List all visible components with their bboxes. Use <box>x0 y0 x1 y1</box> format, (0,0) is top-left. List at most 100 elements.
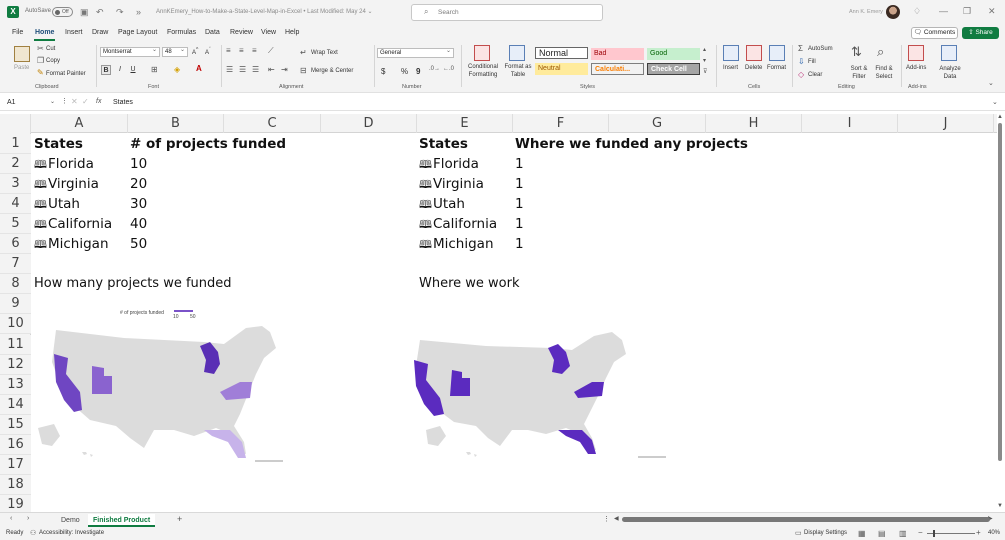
column-header[interactable]: F <box>513 114 609 133</box>
map1-label[interactable]: How many projects we funded <box>34 274 232 294</box>
column-header[interactable]: D <box>321 114 417 133</box>
font-color-icon[interactable]: A <box>196 64 202 73</box>
table1-state-cell[interactable]: 🕮California <box>34 214 112 234</box>
align-right-icon[interactable]: ☰ <box>252 65 259 74</box>
menu-help[interactable]: Help <box>285 29 299 36</box>
number-format-select[interactable]: General <box>377 47 454 58</box>
map2-label[interactable]: Where we work <box>419 274 520 294</box>
autosum-button[interactable]: AutoSum <box>808 46 833 52</box>
scroll-left-icon[interactable]: ◀ <box>614 515 619 522</box>
table1-value-cell[interactable]: 40 <box>130 214 147 234</box>
menu-home[interactable]: Home <box>35 29 54 36</box>
row-header[interactable]: 6 <box>0 234 31 254</box>
conditional-formatting-icon[interactable] <box>474 45 490 61</box>
autosave-toggle[interactable]: Off <box>52 7 73 17</box>
prev-sheet-icon[interactable]: ‹ <box>10 515 12 522</box>
column-header[interactable]: B <box>128 114 224 133</box>
menu-insert[interactable]: Insert <box>65 29 83 36</box>
restore-icon[interactable]: ❐ <box>963 6 971 17</box>
align-middle-icon[interactable]: ≡ <box>239 46 244 55</box>
table2-value-cell[interactable]: 1 <box>515 154 524 174</box>
table1-header-projects[interactable]: # of projects funded <box>130 134 286 154</box>
select-all-corner[interactable] <box>0 114 31 133</box>
align-left-icon[interactable]: ☰ <box>226 65 233 74</box>
table2-header-states[interactable]: States <box>419 134 468 154</box>
undo-icon[interactable]: ↶ <box>96 7 104 18</box>
styles-scroll-down-icon[interactable]: ▾ <box>703 57 706 64</box>
menu-view[interactable]: View <box>261 29 276 36</box>
more-options-icon[interactable]: ⋮ <box>61 97 68 105</box>
font-size-select[interactable]: 48 <box>162 46 188 57</box>
table1-value-cell[interactable]: 20 <box>130 174 147 194</box>
table2-header-funded[interactable]: Where we funded any projects <box>515 134 748 154</box>
paste-label[interactable]: Paste <box>14 65 29 71</box>
row-header[interactable]: 2 <box>0 154 31 174</box>
menu-data[interactable]: Data <box>205 29 220 36</box>
style-neutral[interactable]: Neutral <box>535 63 588 75</box>
column-header[interactable]: A <box>31 114 128 133</box>
table1-value-cell[interactable]: 50 <box>130 234 147 254</box>
share-button[interactable]: ⇪ Share <box>962 27 999 39</box>
state-florida[interactable] <box>204 430 246 458</box>
table2-state-cell[interactable]: 🕮Michigan <box>419 234 494 254</box>
wrap-text-button[interactable]: Wrap Text <box>311 50 338 56</box>
row-header[interactable]: 3 <box>0 174 31 194</box>
column-header[interactable]: J <box>898 114 994 133</box>
row-header[interactable]: 17 <box>0 455 31 475</box>
increase-indent-icon[interactable]: ⇥ <box>281 65 288 74</box>
style-check-cell[interactable]: Check Cell <box>647 63 700 75</box>
format-cells-icon[interactable] <box>769 45 785 61</box>
find-select-icon[interactable]: ⌕ <box>877 44 884 60</box>
decrease-indent-icon[interactable]: ⇤ <box>268 65 275 74</box>
comments-button[interactable]: 🗨 Comments <box>911 27 958 39</box>
state-florida[interactable] <box>558 430 596 454</box>
wrap-text-icon[interactable]: ↵ <box>300 48 307 57</box>
row-header[interactable]: 4 <box>0 194 31 214</box>
map-chart-projects-funded[interactable]: # of projects funded 10 50 <box>34 302 294 468</box>
row-header[interactable]: 10 <box>0 314 31 334</box>
formula-input[interactable]: States <box>113 99 133 106</box>
style-calculation[interactable]: Calculati... <box>591 63 644 75</box>
analyze-data-button[interactable]: Analyze Data <box>937 65 963 81</box>
sheet-tab-demo[interactable]: Demo <box>56 514 85 527</box>
add-ins-button[interactable]: Add-ins <box>906 65 926 71</box>
redo-icon[interactable]: ↷ <box>116 7 124 18</box>
row-header[interactable]: 7 <box>0 254 31 274</box>
row-header[interactable]: 5 <box>0 214 31 234</box>
zoom-in-icon[interactable]: + <box>976 528 981 537</box>
table2-value-cell[interactable]: 1 <box>515 214 524 234</box>
merge-center-icon[interactable]: ⊟ <box>300 66 307 75</box>
menu-review[interactable]: Review <box>230 29 253 36</box>
table1-state-cell[interactable]: 🕮Florida <box>34 154 94 174</box>
orientation-icon[interactable]: ⟋ <box>268 46 274 56</box>
menu-formulas[interactable]: Formulas <box>167 29 196 36</box>
sheet-options-icon[interactable]: ⋮ <box>603 515 610 523</box>
normal-view-icon[interactable]: ▦ <box>858 529 866 538</box>
sort-filter-icon[interactable]: ⇅ <box>851 44 862 60</box>
row-header[interactable]: 13 <box>0 375 31 395</box>
column-header[interactable]: E <box>417 114 513 133</box>
fill-button[interactable]: Fill <box>808 59 816 65</box>
row-header[interactable]: 12 <box>0 355 31 375</box>
currency-button[interactable]: $ <box>381 67 385 76</box>
row-header[interactable]: 8 <box>0 274 31 294</box>
cut-button[interactable]: Cut <box>46 46 55 52</box>
delete-cells-button[interactable]: Delete <box>745 65 762 71</box>
display-settings-icon[interactable]: ▭ <box>795 529 802 537</box>
add-sheet-icon[interactable]: + <box>177 514 182 524</box>
row-header[interactable]: 9 <box>0 294 31 314</box>
sheet-tab-finished-product[interactable]: Finished Product <box>88 514 156 527</box>
avatar[interactable] <box>886 5 900 19</box>
table2-state-cell[interactable]: 🕮Virginia <box>419 174 484 194</box>
delete-cells-icon[interactable] <box>746 45 762 61</box>
scroll-up-icon[interactable]: ▲ <box>997 114 1003 120</box>
align-bottom-icon[interactable]: ≡ <box>252 46 257 55</box>
paste-icon[interactable] <box>14 46 30 62</box>
analyze-data-icon[interactable] <box>941 45 957 61</box>
table2-value-cell[interactable]: 1 <box>515 174 524 194</box>
format-painter-icon[interactable]: ✎ <box>37 68 44 77</box>
merge-center-button[interactable]: Merge & Center <box>311 68 353 74</box>
decrease-decimal-icon[interactable]: ←.0 <box>443 66 454 72</box>
close-icon[interactable]: ✕ <box>988 6 996 17</box>
insert-cells-button[interactable]: Insert <box>723 65 738 71</box>
